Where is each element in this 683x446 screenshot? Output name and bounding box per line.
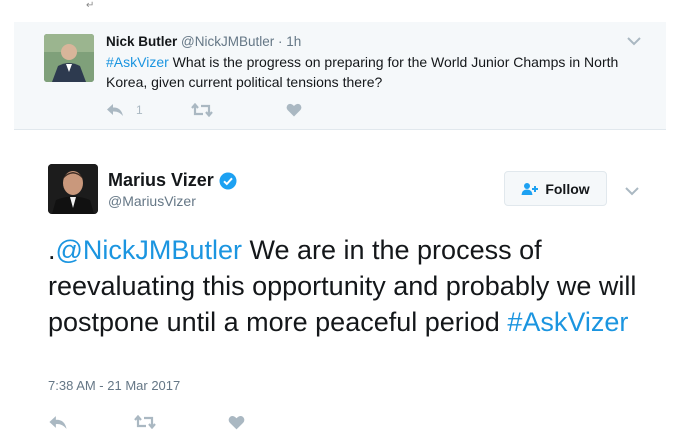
timestamp[interactable]: 1h xyxy=(286,34,301,49)
verified-badge-icon xyxy=(219,172,237,189)
avatar[interactable] xyxy=(44,34,94,82)
follow-label: Follow xyxy=(545,180,590,197)
chevron-down-icon[interactable] xyxy=(626,34,642,46)
follow-button[interactable]: Follow xyxy=(504,171,607,206)
retweet-button[interactable] xyxy=(134,415,228,429)
like-button[interactable] xyxy=(228,415,245,430)
reply-button[interactable]: 1 xyxy=(106,103,191,117)
avatar[interactable] xyxy=(48,164,98,214)
add-user-icon xyxy=(521,182,539,195)
display-name[interactable]: Marius Vizer xyxy=(108,170,237,191)
hashtag-link[interactable]: #AskVizer xyxy=(507,307,628,337)
return-mark: ↵ xyxy=(86,0,95,11)
tweet-actions: 1 xyxy=(106,100,302,120)
username[interactable]: @NickJMButler xyxy=(181,34,274,49)
hashtag-link[interactable]: #AskVizer xyxy=(106,54,169,70)
reply-icon xyxy=(49,415,67,429)
display-name[interactable]: Nick Butler xyxy=(106,34,177,49)
tweet-text: #AskVizer What is the progress on prepar… xyxy=(106,52,646,92)
username[interactable]: @MariusVizer xyxy=(108,193,196,209)
retweet-icon xyxy=(191,103,213,117)
retweet-icon xyxy=(134,415,156,429)
parent-tweet[interactable]: Nick Butler @NickJMButler · 1h #AskVizer… xyxy=(14,22,666,130)
retweet-button[interactable] xyxy=(191,103,286,117)
display-name-text: Marius Vizer xyxy=(108,170,214,190)
heart-icon xyxy=(228,415,245,429)
like-button[interactable] xyxy=(286,103,302,117)
tweet-timestamp[interactable]: 7:38 AM - 21 Mar 2017 xyxy=(48,378,180,393)
heart-icon xyxy=(286,103,302,117)
reply-icon xyxy=(107,104,123,116)
tweet-text: .@NickJMButler We are in the process of … xyxy=(48,232,658,340)
reply-count: 1 xyxy=(136,103,143,117)
tweet-header: Nick Butler @NickJMButler · 1h xyxy=(106,34,301,49)
mention-link[interactable]: @NickJMButler xyxy=(56,235,242,265)
chevron-down-icon[interactable] xyxy=(624,184,640,202)
avatar-photo xyxy=(48,164,98,214)
text-prefix: . xyxy=(48,235,56,265)
tweet-body: What is the progress on preparing for th… xyxy=(106,54,619,90)
separator: · xyxy=(278,34,283,49)
avatar-photo xyxy=(44,34,94,82)
tweet-actions xyxy=(48,410,245,434)
reply-button[interactable] xyxy=(48,415,134,430)
